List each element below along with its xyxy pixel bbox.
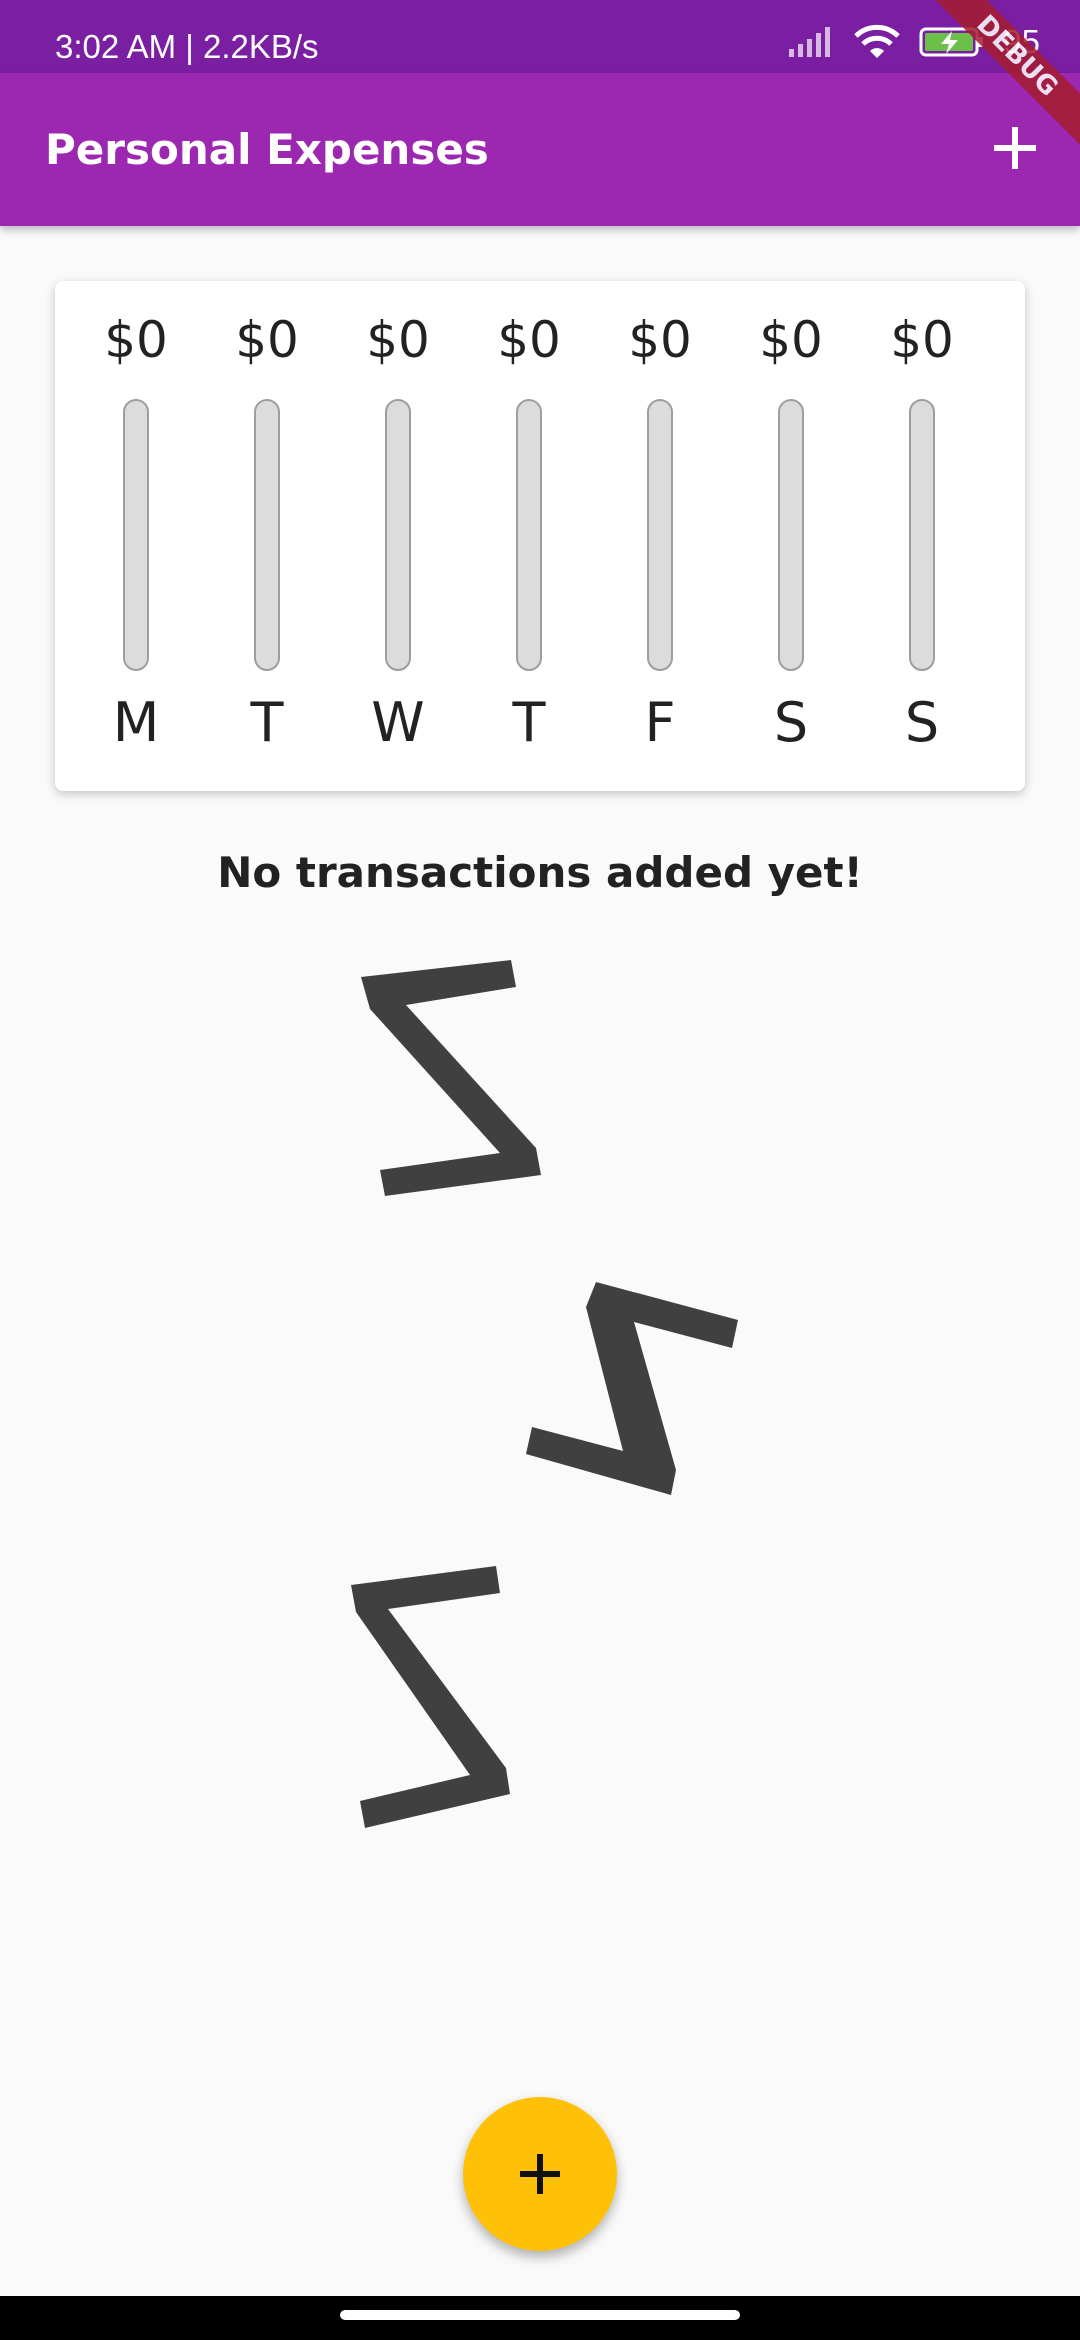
chart-bar-track xyxy=(516,399,542,671)
signal-icon xyxy=(789,27,831,57)
chart-bar-amount: $0 xyxy=(759,311,823,369)
plus-icon xyxy=(520,2154,560,2194)
chart-bar-track xyxy=(385,399,411,671)
chart-bar-amount: $0 xyxy=(628,311,692,369)
weekly-chart-card: $0 M $0 T $0 W $0 T $0 F $0 S $0 S xyxy=(55,281,1025,791)
add-transaction-fab[interactable] xyxy=(463,2097,617,2251)
chart-bar: $0 F xyxy=(595,281,725,791)
chart-bar-day: S xyxy=(904,691,940,754)
chart-bar: $0 W xyxy=(333,281,463,791)
wifi-icon xyxy=(854,24,901,58)
chart-bar: $0 S xyxy=(726,281,856,791)
chart-bar: $0 M xyxy=(71,281,201,791)
chart-bar-day: M xyxy=(112,691,160,754)
chart-bar: $0 T xyxy=(464,281,594,791)
chart-bar-amount: $0 xyxy=(497,311,561,369)
chart-bar-amount: $0 xyxy=(890,311,954,369)
chart-bar-track xyxy=(123,399,149,671)
chart-bar-day: S xyxy=(773,691,809,754)
chart-bar-day: W xyxy=(371,691,425,754)
chart-bar-day: F xyxy=(644,691,676,754)
debug-banner-label: DEBUG xyxy=(922,0,1080,151)
chart-bar-track xyxy=(909,399,935,671)
chart-bar-track xyxy=(778,399,804,671)
chart-bar-track xyxy=(254,399,280,671)
chart-bar-amount: $0 xyxy=(235,311,299,369)
home-gesture-handle[interactable] xyxy=(340,2310,740,2320)
chart-bar-amount: $0 xyxy=(104,311,168,369)
chart-bar-day: T xyxy=(512,691,546,754)
chart-bar-track xyxy=(647,399,673,671)
debug-banner: DEBUG xyxy=(920,0,1080,160)
chart-bar: $0 S xyxy=(857,281,987,791)
system-nav-bar xyxy=(0,2296,1080,2340)
app-bar: Personal Expenses xyxy=(0,73,1080,226)
chart-bar-amount: $0 xyxy=(366,311,430,369)
app-title: Personal Expenses xyxy=(45,125,489,174)
empty-state-message: No transactions added yet! xyxy=(217,848,863,897)
chart-bar-day: T xyxy=(250,691,284,754)
sleeping-zzz-illustration xyxy=(351,960,738,1828)
chart-bar: $0 T xyxy=(202,281,332,791)
status-time: 3:02 AM | 2.2KB/s xyxy=(55,28,319,65)
status-bar: 3:02 AM | 2.2KB/s 95 xyxy=(0,0,1080,73)
